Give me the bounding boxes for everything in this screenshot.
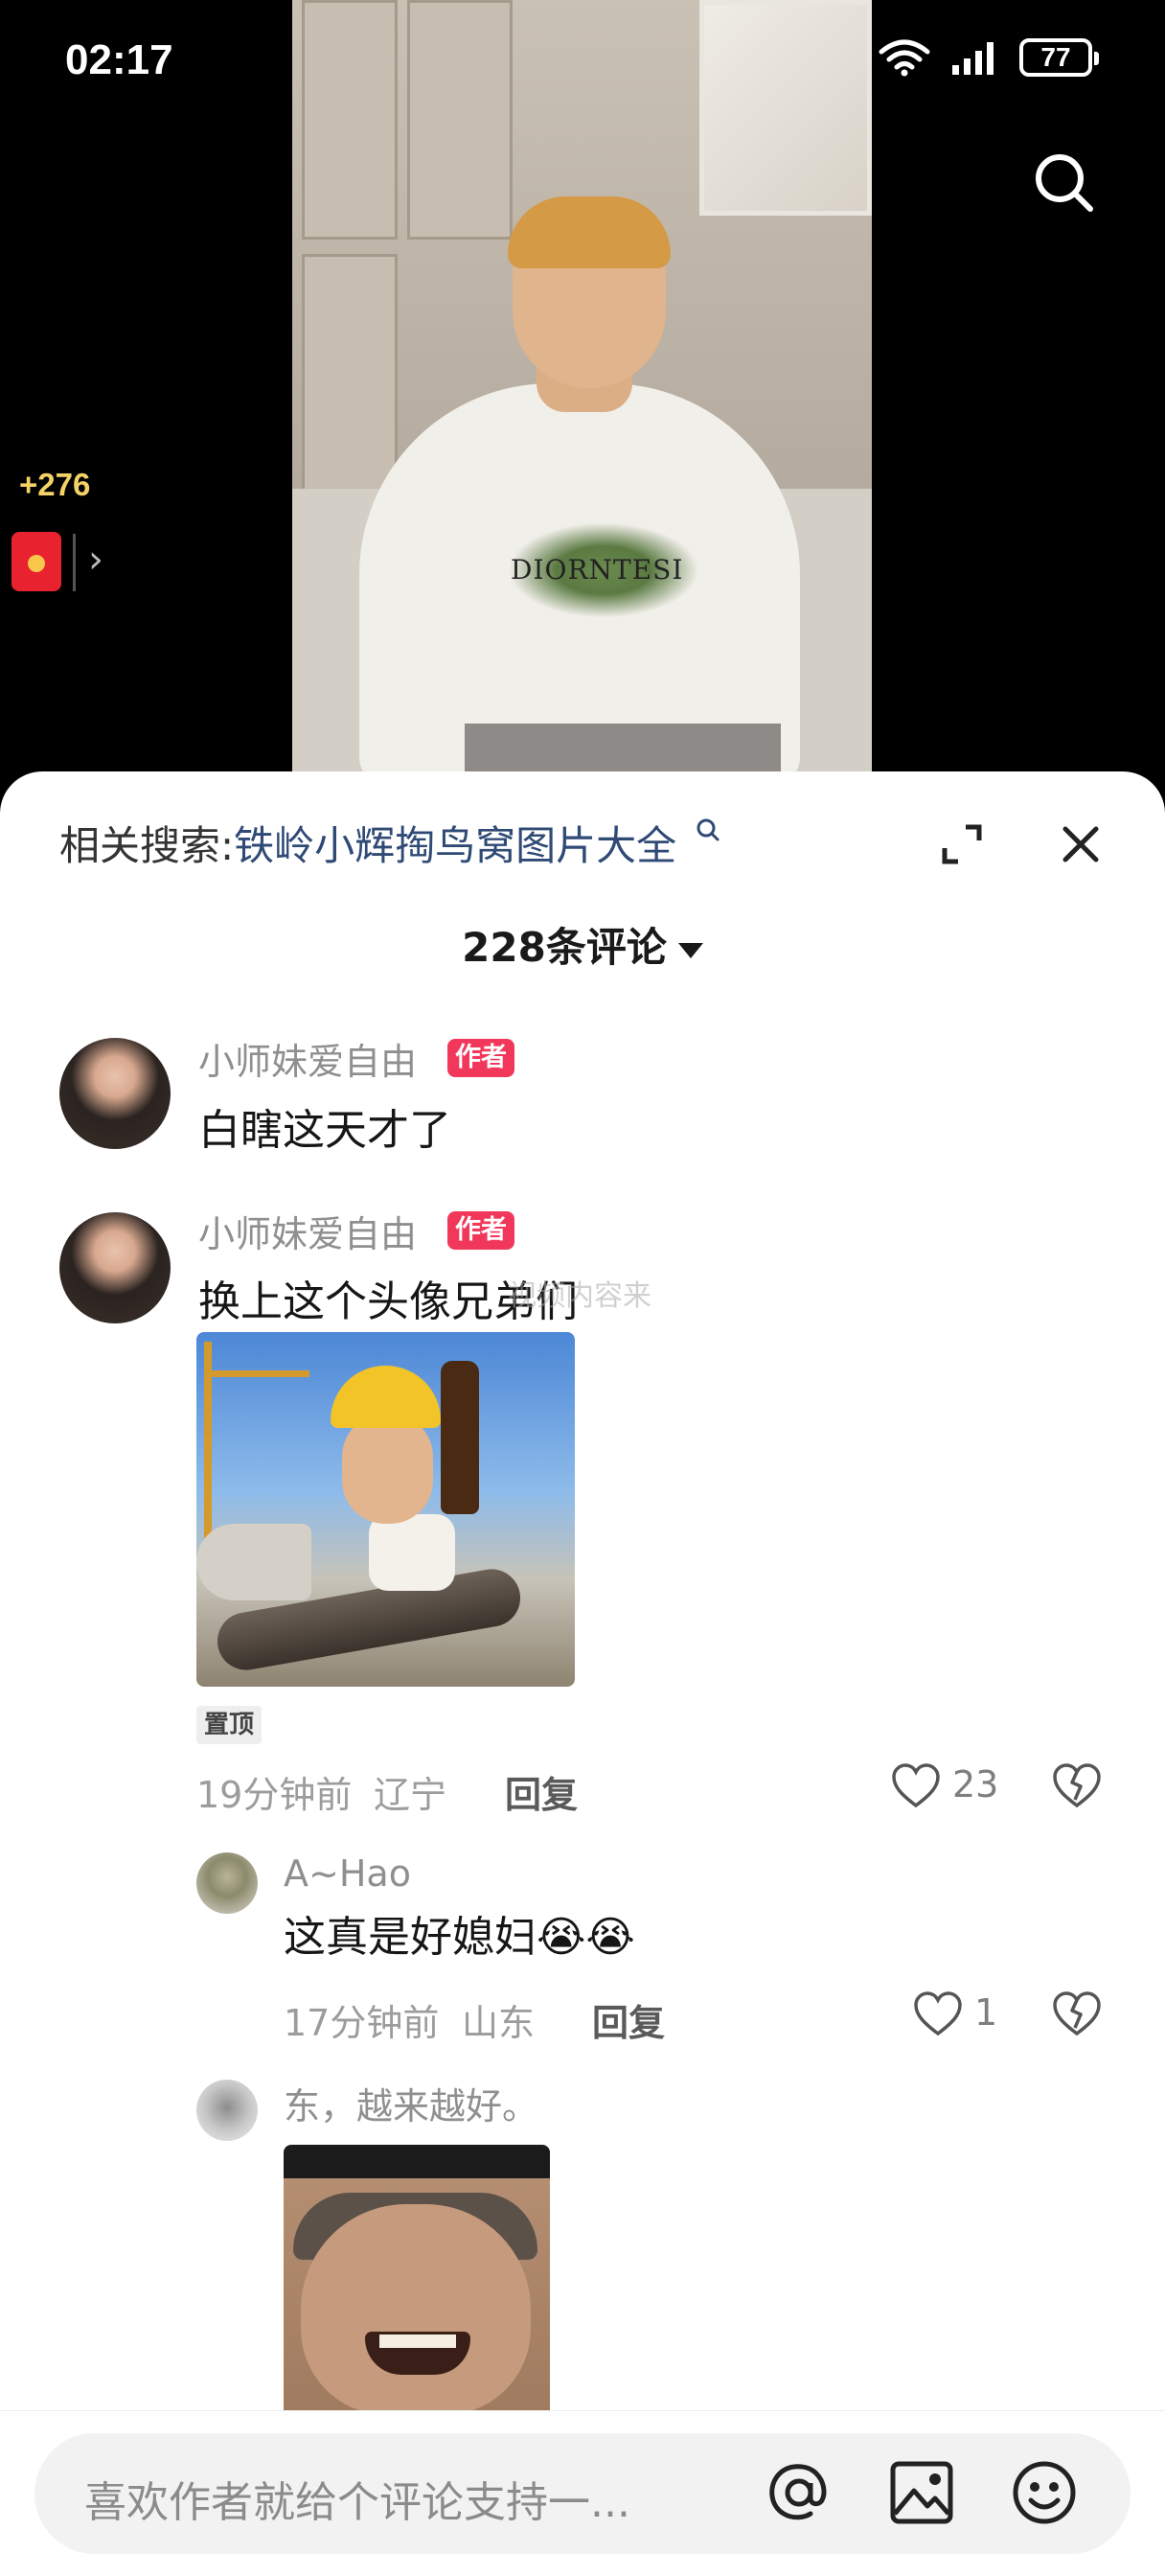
caret-down-icon bbox=[677, 942, 703, 958]
related-search-link[interactable]: 铁岭小辉掏鸟窝图片大全 bbox=[234, 822, 676, 869]
video-player[interactable]: DIORNTESI 02:17 77 +276 › bbox=[0, 0, 1165, 786]
reply-location: 山东 bbox=[462, 2002, 536, 2044]
reply-text[interactable]: 东，越来越好。 bbox=[284, 2077, 538, 2129]
red-envelope-icon bbox=[11, 532, 61, 591]
reply-image[interactable] bbox=[284, 2145, 550, 2423]
expand-icon[interactable] bbox=[939, 821, 985, 867]
search-icon[interactable] bbox=[1031, 150, 1098, 217]
reply-text[interactable]: 这真是好媳妇😭😭 bbox=[284, 1902, 635, 1964]
reply-button[interactable]: 回复 bbox=[505, 1765, 578, 1818]
reply-time: 17分钟前 bbox=[284, 2002, 440, 2044]
shirt-print-text: DIORNTESI bbox=[511, 554, 684, 586]
comment-input-placeholder: 喜欢作者就给个评论支持一... bbox=[84, 2478, 630, 2527]
hardhat bbox=[331, 1366, 441, 1428]
author-badge: 作者 bbox=[447, 1039, 514, 1077]
wall-painting bbox=[699, 0, 872, 216]
chevron-right-icon: › bbox=[88, 538, 103, 582]
dislike-heart-icon[interactable] bbox=[1052, 1991, 1102, 2037]
like-button[interactable]: 23 bbox=[891, 1763, 1006, 1809]
mention-icon[interactable] bbox=[761, 2454, 837, 2531]
avatar[interactable] bbox=[59, 1038, 171, 1149]
comment-input[interactable]: 喜欢作者就给个评论支持一... bbox=[34, 2433, 1131, 2554]
comment-username[interactable]: 小师妹爱自由 bbox=[198, 1205, 417, 1257]
status-time: 02:17 bbox=[65, 36, 173, 83]
signal-icon bbox=[952, 42, 994, 75]
related-search[interactable]: 相关搜索:铁岭小辉掏鸟窝图片大全 bbox=[59, 814, 720, 872]
author-badge: 作者 bbox=[447, 1211, 514, 1250]
battery-icon: 77 bbox=[1019, 38, 1099, 77]
comment-sheet: 相关搜索:铁岭小辉掏鸟窝图片大全 228条评论 小师妹爱自由 作者 白瞎这天才了… bbox=[0, 771, 1165, 2576]
like-count: 1 bbox=[974, 1991, 998, 2034]
search-icon bbox=[697, 818, 720, 841]
status-icons: 77 bbox=[878, 34, 1099, 82]
heart-icon bbox=[892, 1763, 940, 1808]
like-button[interactable]: 1 bbox=[913, 1991, 1009, 2037]
image-watermark: 视频内容来 bbox=[508, 1279, 651, 1313]
wifi-icon bbox=[879, 39, 930, 77]
dislike-heart-icon[interactable] bbox=[1052, 1763, 1102, 1809]
avatar[interactable] bbox=[196, 1852, 258, 1914]
reward-count: +276 bbox=[19, 467, 91, 502]
comment-image[interactable] bbox=[196, 1332, 575, 1687]
pinned-badge: 置顶 bbox=[196, 1706, 263, 1744]
comment-count: 228条评论 bbox=[462, 924, 667, 971]
close-icon[interactable] bbox=[1058, 821, 1104, 867]
avatar[interactable] bbox=[196, 2080, 258, 2141]
like-count: 23 bbox=[952, 1763, 999, 1806]
video-frame: DIORNTESI bbox=[292, 0, 872, 786]
related-search-label: 相关搜索: bbox=[59, 822, 235, 869]
reply-button[interactable]: 回复 bbox=[592, 1993, 665, 2046]
beer-bottle bbox=[441, 1361, 479, 1514]
avatar[interactable] bbox=[59, 1212, 171, 1323]
image-icon[interactable] bbox=[883, 2454, 960, 2531]
heart-icon bbox=[914, 1991, 962, 2036]
comment-input-bar: 喜欢作者就给个评论支持一... bbox=[0, 2410, 1165, 2576]
emoji-icon[interactable] bbox=[1006, 2454, 1083, 2531]
comment-location: 辽宁 bbox=[374, 1774, 447, 1816]
comment-text[interactable]: 白瞎这天才了 bbox=[198, 1095, 451, 1157]
comment-username[interactable]: 小师妹爱自由 bbox=[198, 1032, 417, 1085]
comment-time: 19分钟前 bbox=[196, 1774, 353, 1816]
comment-count-sort[interactable]: 228条评论 bbox=[0, 915, 1165, 974]
reward-widget[interactable]: +276 › bbox=[10, 467, 115, 601]
reply-username[interactable]: A~Hao bbox=[284, 1852, 411, 1895]
